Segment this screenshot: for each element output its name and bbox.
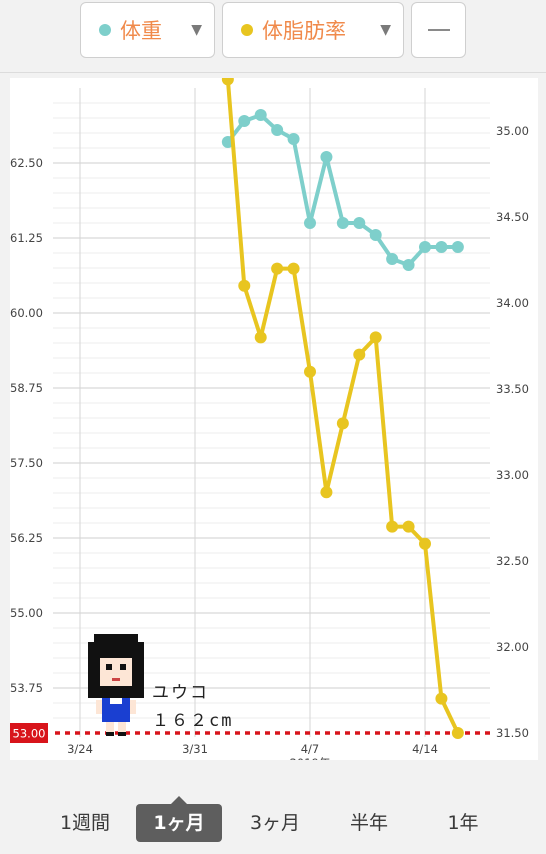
y-right-tick-label: 34.50 — [496, 210, 529, 224]
series-line-bodyfat — [225, 79, 460, 734]
y-left-tick-label: 60.00 — [10, 306, 43, 320]
bodyfat-dot-icon — [241, 24, 253, 36]
data-point-weight — [238, 115, 251, 127]
data-point-weight — [402, 259, 415, 271]
weight-bodyfat-chart: 62.50 61.25 60.00 58.75 57.50 56.25 55.00 53.75… — [10, 78, 529, 760]
period-tabs: 1週間 1ヶ月 3ヶ月 半年 1年 — [0, 792, 546, 854]
tab-1week[interactable]: 1週間 — [40, 804, 130, 842]
y-left-tick-label: 62.50 — [10, 156, 43, 170]
x-tick-label: 4/14 — [412, 742, 438, 756]
triangle-down-icon: ▼ — [191, 22, 202, 38]
weight-dot-icon — [99, 24, 111, 36]
data-point-bodyfat — [402, 520, 415, 533]
y-left-tick-label: 57.50 — [10, 456, 43, 470]
y-left-tick-label: 55.00 — [10, 606, 43, 620]
data-point-weight — [336, 217, 349, 229]
data-point-bodyfat — [320, 486, 333, 499]
y-left-tick-label: 58.75 — [10, 381, 43, 395]
triangle-down-icon: ▼ — [380, 22, 391, 38]
data-point-bodyfat — [435, 692, 448, 705]
data-point-bodyfat — [254, 331, 267, 344]
data-point-weight — [287, 133, 300, 145]
x-tick-label: 3/24 — [67, 742, 93, 756]
data-point-weight — [369, 229, 382, 241]
y-right-tick-label: 35.00 — [496, 124, 529, 138]
weight-selector-label: 体重 — [120, 19, 162, 43]
weight-selector[interactable]: 体重 ▼ — [80, 2, 215, 58]
data-point-weight — [353, 217, 366, 229]
tab-1month[interactable]: 1ヶ月 — [136, 796, 222, 842]
bodyfat-selector[interactable]: 体脂肪率 ▼ — [222, 2, 404, 58]
y-left-tick-label: 56.25 — [10, 531, 43, 545]
data-point-weight — [271, 124, 284, 136]
avatar-icon — [88, 634, 144, 736]
data-point-weight — [419, 241, 431, 253]
data-point-weight — [304, 217, 316, 229]
top-bar: 体重 ▼ 体脂肪率 ▼ — [0, 0, 546, 73]
y-right-tick-label: 33.50 — [496, 382, 529, 396]
y-right-tick-label: 34.00 — [496, 296, 529, 310]
y-right-tick-label: 31.50 — [496, 726, 529, 740]
bodyfat-selector-label: 体脂肪率 — [262, 19, 346, 43]
data-point-bodyfat — [238, 279, 251, 292]
data-point-weight — [386, 253, 399, 265]
third-selector[interactable] — [411, 2, 466, 58]
data-point-bodyfat — [336, 417, 349, 430]
x-tick-label: 4/7 — [301, 742, 320, 756]
data-point-weight — [320, 151, 333, 163]
data-point-weight — [254, 109, 267, 121]
data-point-weight — [435, 241, 448, 253]
chart-area: 62.50 61.25 60.00 58.75 57.50 56.25 55.00 53.75… — [10, 78, 538, 760]
data-point-bodyfat — [369, 331, 382, 344]
y-left-tick-label: 61.25 — [10, 231, 43, 245]
avatar-height: １６２cm — [152, 711, 234, 731]
avatar-name: ユウコ — [152, 683, 209, 703]
data-point-bodyfat — [419, 537, 431, 550]
dash-icon — [427, 29, 450, 31]
y-left-tick-label: 53.75 — [10, 681, 43, 695]
x-year-label: 2019年 — [290, 756, 331, 760]
data-point-bodyfat — [386, 520, 399, 533]
y-right-tick-label: 32.50 — [496, 554, 529, 568]
data-point-bodyfat — [304, 365, 316, 378]
y-right-tick-label: 32.00 — [496, 640, 529, 654]
y-right-tick-label: 33.00 — [496, 468, 529, 482]
tab-3months[interactable]: 3ヶ月 — [232, 804, 318, 842]
data-point-weight — [451, 241, 464, 253]
target-line-label: 53.00 — [13, 727, 46, 741]
data-point-bodyfat — [221, 78, 234, 86]
tab-half-year[interactable]: 半年 — [326, 804, 412, 842]
x-tick-label: 3/31 — [182, 742, 208, 756]
tab-1year[interactable]: 1年 — [420, 804, 506, 842]
data-point-bodyfat — [353, 348, 366, 361]
data-point-bodyfat — [451, 727, 464, 739]
data-point-bodyfat — [287, 262, 300, 275]
data-point-bodyfat — [271, 262, 284, 275]
